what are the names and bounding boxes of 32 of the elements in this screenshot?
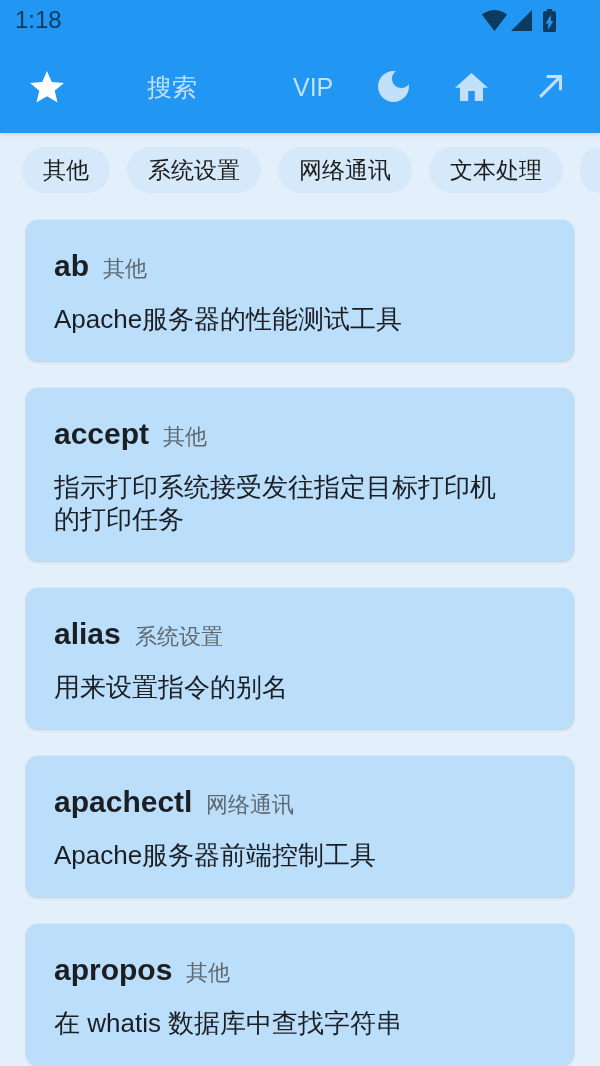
command-card[interactable]: accept 其他 指示打印系统接受发往指定目标打印机的打印任务 <box>26 388 574 561</box>
battery-charging-icon <box>543 8 556 32</box>
command-category: 其他 <box>186 959 231 987</box>
command-description: 指示打印系统接受发往指定目标打印机的打印任务 <box>54 471 497 535</box>
command-name: accept <box>54 416 150 452</box>
star-icon <box>30 70 64 103</box>
command-description: Apache服务器前端控制工具 <box>54 839 378 871</box>
command-card[interactable]: ab 其他 Apache服务器的性能测试工具 <box>26 220 574 361</box>
signal-icon <box>511 10 532 31</box>
category-chip[interactable]: 系统设置 <box>127 147 261 193</box>
command-card[interactable]: apachectl 网络通讯 Apache服务器前端控制工具 <box>26 756 574 897</box>
command-category: 其他 <box>163 423 208 451</box>
command-name: alias <box>54 616 121 652</box>
command-card[interactable]: alias 系统设置 用来设置指令的别名 <box>26 588 574 729</box>
command-category: 网络通讯 <box>206 791 295 819</box>
arrow-icon <box>539 75 563 98</box>
category-chip[interactable]: 其他 <box>22 147 110 193</box>
command-description: 在 whatis 数据库中查找字符串 <box>54 1007 404 1039</box>
command-name: apachectl <box>54 784 193 820</box>
home-icon <box>455 72 489 101</box>
command-name: apropos <box>54 952 173 988</box>
status-time: 1:18 <box>15 6 62 34</box>
command-description: 用来设置指令的别名 <box>54 671 289 703</box>
category-chip[interactable]: 网络通讯 <box>278 147 412 193</box>
command-card[interactable]: apropos 其他 在 whatis 数据库中查找字符串 <box>26 924 574 1065</box>
command-category: 其他 <box>103 255 147 283</box>
command-description: Apache服务器的性能测试工具 <box>54 303 404 335</box>
moon-icon <box>378 71 410 102</box>
wifi-icon <box>482 10 507 31</box>
command-category: 系统设置 <box>134 623 223 651</box>
category-chip[interactable]: 文本处理 <box>429 147 563 193</box>
command-name: ab <box>54 248 89 284</box>
